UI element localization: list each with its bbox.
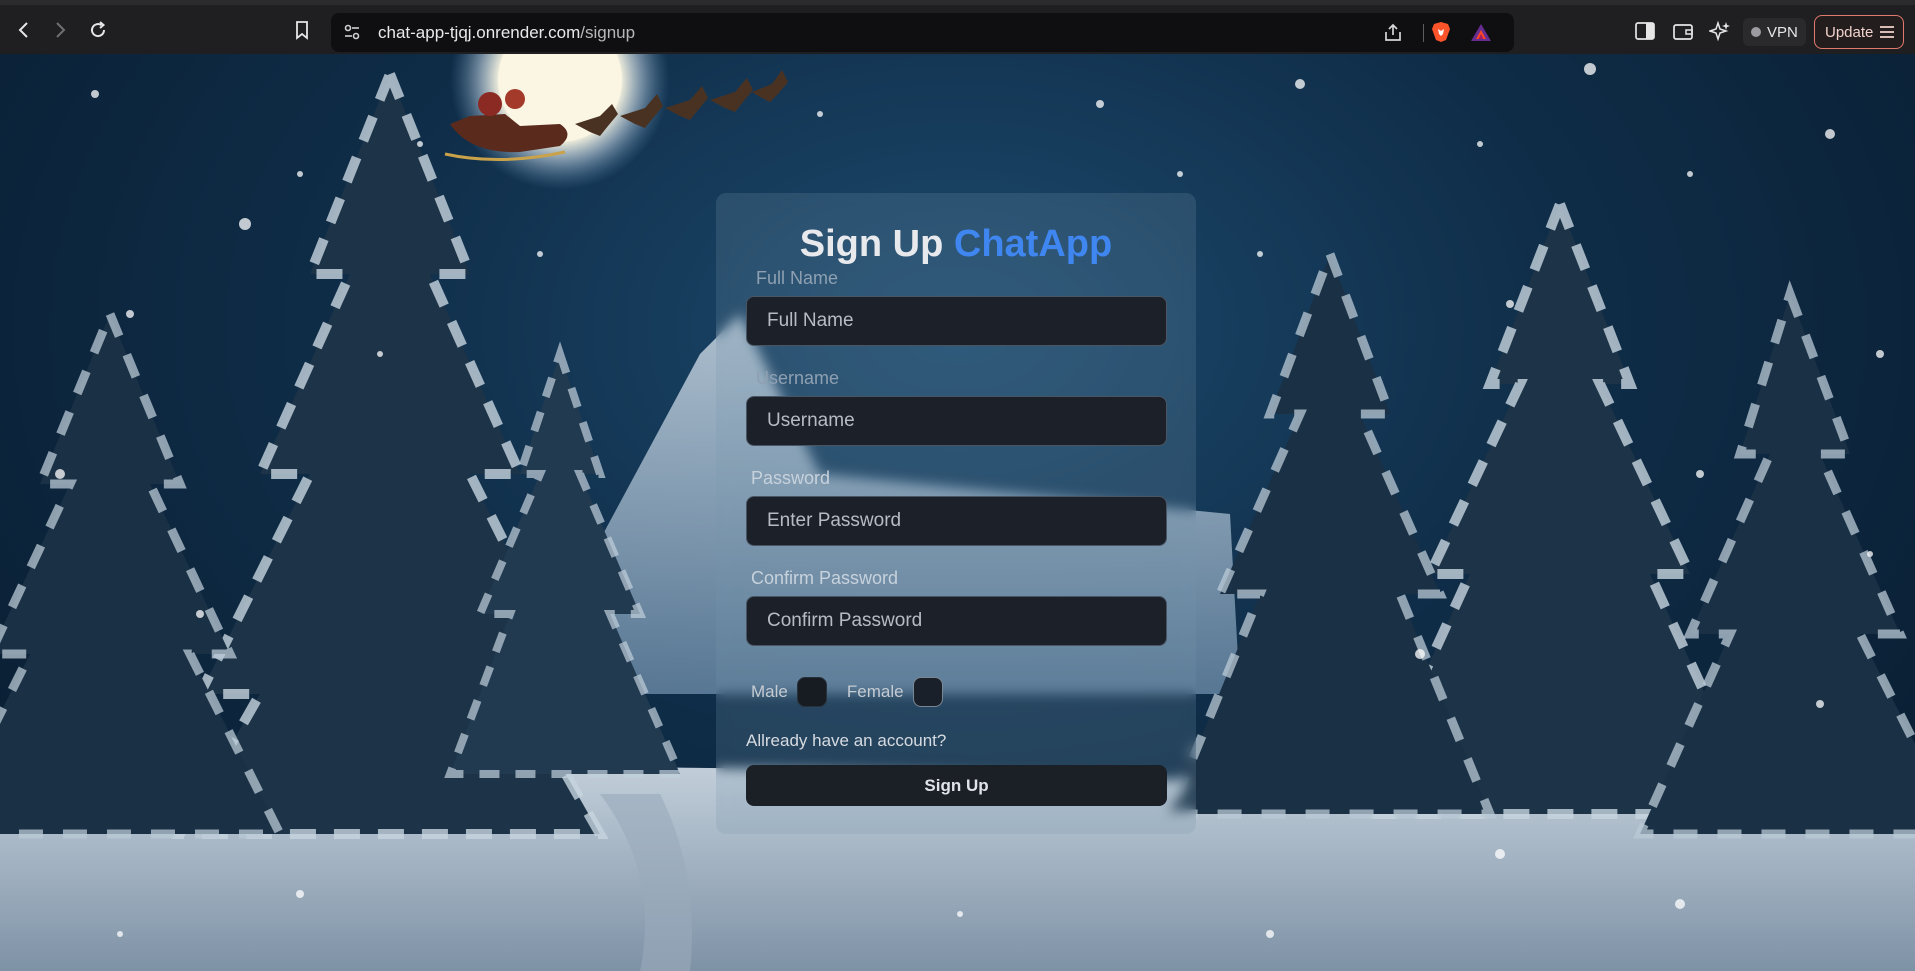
confirm-password-label: Confirm Password (751, 568, 899, 588)
wallet-icon[interactable] (1672, 20, 1694, 42)
bookmark-icon (296, 21, 308, 40)
reload-button[interactable] (84, 16, 112, 44)
gender-male-label: Male (751, 682, 788, 701)
gender-options: Male Female (751, 677, 963, 707)
browser-toolbar: chat-app-tjqj.onrender.com/signup VPN Up… (0, 0, 1915, 54)
brave-shields-icon[interactable] (1430, 21, 1452, 43)
url-text[interactable]: chat-app-tjqj.onrender.com/signup (378, 23, 635, 43)
forward-button[interactable] (46, 16, 74, 44)
reload-icon (91, 21, 106, 38)
divider (1423, 24, 1424, 42)
vpn-status-icon (1751, 27, 1761, 37)
gender-female-checkbox[interactable] (912, 677, 943, 707)
gender-male-checkbox[interactable] (796, 677, 827, 707)
chevron-left-icon (18, 22, 28, 38)
update-label: Update (1825, 23, 1874, 41)
signup-button[interactable]: Sign Up (746, 765, 1167, 806)
rewards-icon[interactable] (1470, 22, 1492, 44)
right-pine-trees (1163, 190, 1915, 839)
signup-card: Sign Up ChatApp Full Name Username Passw… (716, 193, 1196, 834)
leo-ai-icon[interactable] (1709, 20, 1731, 42)
bookmark-button[interactable] (288, 16, 316, 44)
page-title: Sign Up ChatApp (716, 223, 1196, 266)
site-settings-icon[interactable] (342, 22, 362, 42)
fullname-input[interactable] (746, 296, 1167, 346)
update-button[interactable]: Update (1814, 15, 1904, 49)
login-link[interactable]: Allready have an account? (746, 731, 946, 751)
vpn-button[interactable]: VPN (1743, 18, 1806, 46)
fullname-label: Full Name (756, 268, 839, 288)
password-input[interactable] (746, 496, 1167, 546)
title-main: Sign Up (799, 223, 944, 265)
username-input[interactable] (746, 396, 1167, 446)
share-icon[interactable] (1382, 22, 1404, 44)
url-host: chat-app-tjqj.onrender.com (378, 23, 581, 42)
gender-female-label: Female (846, 682, 904, 701)
chevron-right-icon (56, 22, 66, 38)
page-background: Sign Up ChatApp Full Name Username Passw… (0, 54, 1915, 971)
sidebar-toggle-icon[interactable] (1634, 20, 1656, 42)
url-path: /signup (580, 23, 636, 42)
address-bar[interactable]: chat-app-tjqj.onrender.com/signup (331, 13, 1514, 52)
confirm-password-input[interactable] (746, 596, 1167, 646)
username-label: Username (756, 368, 840, 388)
title-accent: ChatApp (953, 223, 1113, 265)
back-button[interactable] (10, 16, 38, 44)
menu-icon (1880, 26, 1895, 38)
vpn-label: VPN (1767, 23, 1798, 41)
password-label: Password (751, 468, 831, 488)
